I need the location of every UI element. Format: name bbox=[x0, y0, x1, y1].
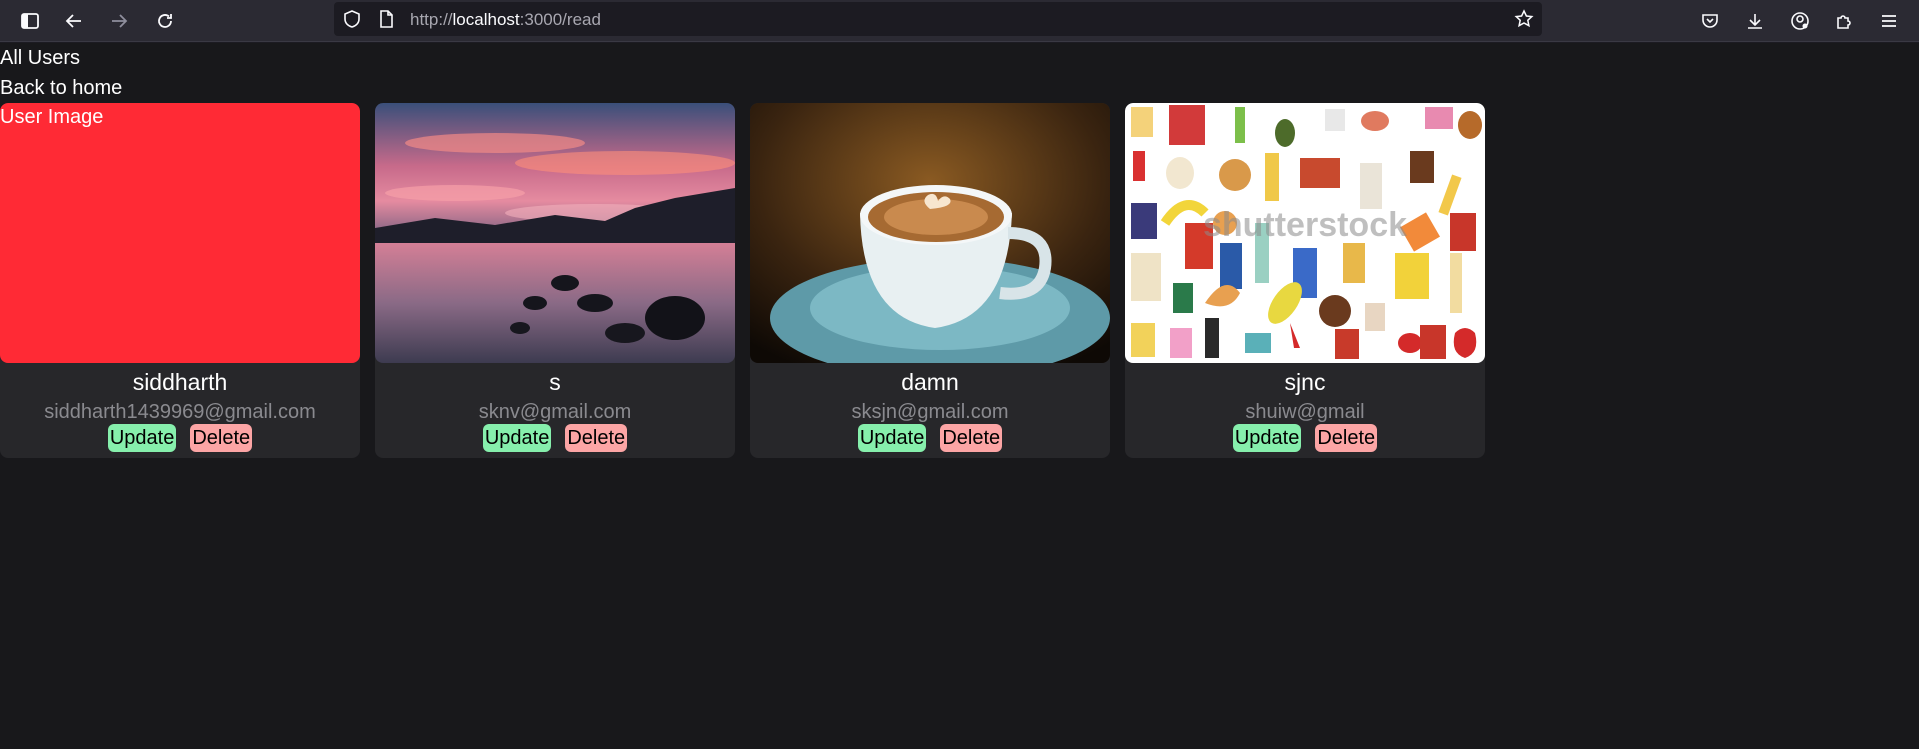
address-bar[interactable]: http://localhost:3000/read bbox=[334, 2, 1542, 36]
back-to-home-link[interactable]: Back to home bbox=[0, 77, 122, 100]
url-text[interactable]: http://localhost:3000/read bbox=[410, 10, 601, 30]
user-email: sknv@gmail.com bbox=[478, 401, 632, 423]
url-host: localhost bbox=[452, 10, 520, 29]
puzzle-icon bbox=[1837, 15, 1851, 29]
user-image: shutterstock bbox=[1125, 103, 1485, 363]
groceries-illustration: shutterstock bbox=[1125, 103, 1485, 363]
user-email: siddharth1439969@gmail.com bbox=[44, 401, 316, 423]
user-card: s sknv@gmail.com Update Delete bbox=[375, 103, 735, 458]
delete-button[interactable]: Delete bbox=[565, 424, 628, 452]
sidebar-icon bbox=[21, 13, 39, 29]
page-title: All Users bbox=[0, 47, 81, 69]
sidebar-toggle-button[interactable] bbox=[13, 4, 47, 38]
account-button[interactable] bbox=[1783, 4, 1817, 38]
download-icon bbox=[1748, 14, 1762, 29]
update-button[interactable]: Update bbox=[1232, 424, 1302, 452]
user-name: s bbox=[549, 369, 561, 395]
image-alt-text: User Image bbox=[0, 106, 104, 128]
user-card: User Image siddharth siddharth1439969@gm… bbox=[0, 103, 360, 458]
delete-button[interactable]: Delete bbox=[940, 424, 1003, 452]
delete-button[interactable]: Delete bbox=[190, 424, 253, 452]
arrow-right-icon bbox=[112, 14, 128, 28]
lake-sunset-photo bbox=[375, 103, 735, 363]
shield-icon[interactable] bbox=[342, 9, 362, 29]
browser-toolbar: http://localhost:3000/read bbox=[0, 0, 1919, 42]
hamburger-menu-icon bbox=[1882, 15, 1896, 27]
forward-button[interactable] bbox=[102, 4, 136, 38]
arrow-left-icon bbox=[65, 14, 81, 28]
coffee-cup-photo bbox=[750, 103, 1110, 363]
bookmark-star-icon[interactable] bbox=[1514, 9, 1534, 29]
account-icon bbox=[1791, 12, 1809, 30]
update-button[interactable]: Update bbox=[107, 424, 177, 452]
reload-button[interactable] bbox=[148, 4, 182, 38]
url-prefix: http:// bbox=[410, 10, 453, 29]
update-button[interactable]: Update bbox=[857, 424, 927, 452]
user-image bbox=[375, 103, 735, 363]
page-icon bbox=[380, 10, 393, 28]
menu-button[interactable] bbox=[1872, 4, 1906, 38]
user-name: siddharth bbox=[132, 369, 228, 395]
update-button[interactable]: Update bbox=[482, 424, 552, 452]
user-card: shutterstock sjnc shuiw@gmail Update Del… bbox=[1125, 103, 1485, 458]
delete-button[interactable]: Delete bbox=[1315, 424, 1378, 452]
user-name: sjnc bbox=[1284, 369, 1326, 395]
user-email: sksjn@gmail.com bbox=[851, 401, 1009, 423]
url-path: :3000/read bbox=[519, 10, 601, 29]
pocket-icon bbox=[1702, 14, 1718, 28]
downloads-button[interactable] bbox=[1738, 4, 1772, 38]
user-email: shuiw@gmail bbox=[1245, 401, 1365, 423]
user-image bbox=[750, 103, 1110, 363]
extensions-button[interactable] bbox=[1827, 4, 1861, 38]
back-button[interactable] bbox=[57, 4, 91, 38]
reload-icon bbox=[158, 14, 172, 28]
user-card: damn sksjn@gmail.com Update Delete bbox=[750, 103, 1110, 458]
user-name: damn bbox=[901, 369, 959, 395]
pocket-button[interactable] bbox=[1693, 4, 1727, 38]
user-image: User Image bbox=[0, 103, 360, 363]
page-content: All Users Back to home User Image siddha… bbox=[0, 43, 1919, 749]
watermark-text: shutterstock bbox=[1203, 206, 1407, 244]
